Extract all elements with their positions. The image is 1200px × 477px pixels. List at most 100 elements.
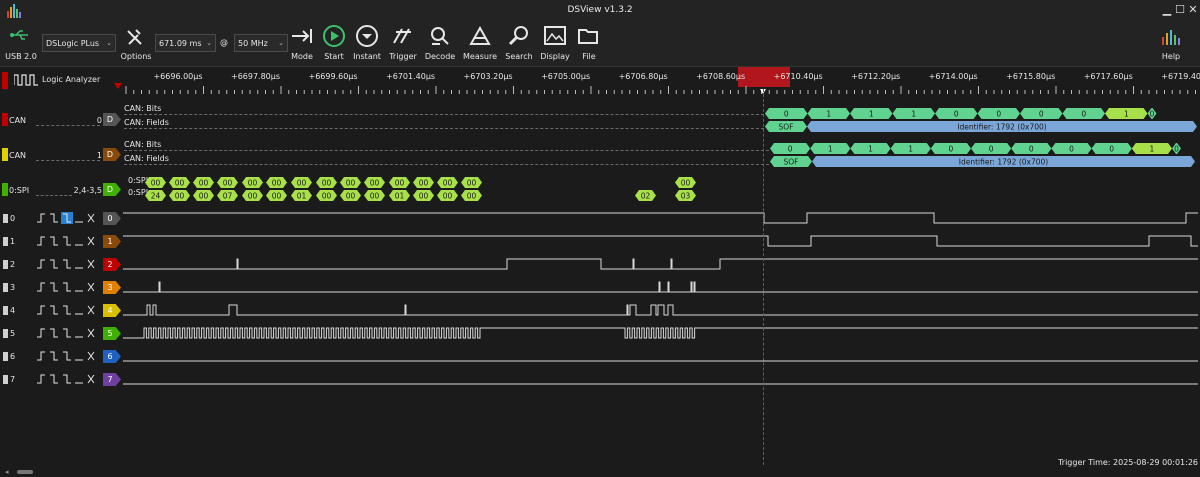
- can-bit-text: 1: [1124, 110, 1129, 119]
- toolbar: USB 2.0 DSLogic PLus ⌄ Options 671.09 ms ⌄…: [0, 22, 1200, 67]
- spi-byte-row1-text: 00: [681, 179, 691, 188]
- spi-byte-row1-text: 00: [467, 179, 477, 188]
- waveform-area[interactable]: Logic Analyzer +6696.00µs +6697.80µs +6699…: [0, 67, 1200, 465]
- file-label: File: [582, 52, 596, 61]
- time-tick-label: +6701.40µs: [386, 72, 435, 81]
- can-bit-text: 0: [996, 110, 1001, 119]
- can-identifier-field-text: Identifier: 1792 (0x700): [957, 123, 1046, 132]
- spi-byte-row2-text: 03: [681, 192, 691, 201]
- play-icon: [323, 25, 345, 47]
- spi-byte-row1-text: 00: [322, 179, 332, 188]
- can-bit-text: 0: [1150, 110, 1155, 119]
- can-bit-text: 1: [826, 110, 831, 119]
- spi-byte-row2-text: 00: [346, 192, 356, 201]
- time-tick-label: +6719.40µs: [1161, 72, 1200, 81]
- can-bit-text: 0: [954, 110, 959, 119]
- window-title: DSView v1.3.2: [567, 5, 633, 15]
- chevron-down-icon: ⌄: [206, 39, 212, 47]
- folder-icon: [578, 29, 598, 44]
- help-label: Help: [1161, 52, 1181, 61]
- maximize-icon[interactable]: ☐: [1174, 4, 1186, 16]
- time-tick-label: +6714.00µs: [929, 72, 978, 81]
- time-tick-label: +6696.00µs: [153, 72, 202, 81]
- spi-byte-row2-text: 00: [272, 192, 282, 201]
- can-bit-text: 0: [784, 110, 789, 119]
- time-ruler[interactable]: +6696.00µs +6697.80µs +6699.60µs +6701.40µs…: [0, 67, 1200, 97]
- options-label: Options: [120, 52, 152, 61]
- can-bit-text: 0: [989, 145, 994, 154]
- mode-icon: [292, 29, 312, 43]
- trigger-button[interactable]: Trigger: [385, 24, 421, 64]
- spi-byte-row2-text: 00: [175, 192, 185, 201]
- time-tick-label: +6703.20µs: [464, 72, 513, 81]
- spi-byte-row2-text: 00: [248, 192, 258, 201]
- can-sof-field-text: SOF: [779, 123, 794, 132]
- decode-button[interactable]: Decode: [422, 24, 458, 64]
- horizontal-scrollbar[interactable]: [17, 470, 33, 474]
- status-bar: Trigger Time: 2025-08-29 00:01:26: [0, 458, 1200, 477]
- display-icon: [544, 26, 566, 45]
- time-tick-label: +6705.00µs: [541, 72, 590, 81]
- options-icon[interactable]: [125, 27, 145, 47]
- can-bit-text: 1: [868, 145, 873, 154]
- measure-icon: [469, 25, 491, 45]
- help-icon[interactable]: [1160, 28, 1182, 48]
- can-bit-text: 1: [869, 110, 874, 119]
- time-tick-label: +6706.80µs: [619, 72, 668, 81]
- time-tick-label: +6712.20µs: [851, 72, 900, 81]
- can-bit-text: 1: [828, 145, 833, 154]
- channel-3-trace: [123, 281, 1198, 293]
- time-tick-label: +6715.80µs: [1006, 72, 1055, 81]
- spi-byte-row2-text: 00: [443, 192, 453, 201]
- can2-decode-track[interactable]: 0 1 1 1 0 0 0 0 0 1 0 SOF Identifier: 1792 (0x700): [0, 140, 1200, 170]
- device-select[interactable]: DSLogic PLus ⌄: [42, 34, 116, 52]
- can-bit-text: 0: [949, 145, 954, 154]
- channel-0-trace: [123, 212, 1198, 224]
- can-bit-text: 0: [1069, 145, 1074, 154]
- instant-button[interactable]: Instant: [349, 24, 385, 64]
- spi-byte-row1-text: 00: [199, 179, 209, 188]
- samplerate-select[interactable]: 50 MHz ⌄: [234, 34, 288, 52]
- can-sof-field-text: SOF: [784, 158, 799, 167]
- channel-2-trace: [123, 258, 1198, 270]
- can-bit-text: 1: [911, 110, 916, 119]
- measure-button[interactable]: Measure: [462, 24, 498, 64]
- duration-select[interactable]: 671.09 ms ⌄: [155, 34, 216, 52]
- spi-byte-row2-text: 01: [297, 192, 307, 201]
- search-button[interactable]: Search: [501, 24, 537, 64]
- file-button[interactable]: File: [571, 24, 607, 64]
- can-bit-text: 1: [1150, 145, 1155, 154]
- spi-byte-row1-text: 00: [248, 179, 258, 188]
- spi-byte-row2-text: 02: [641, 192, 651, 201]
- trigger-icon: [393, 28, 411, 44]
- can-bit-text: 0: [1029, 145, 1034, 154]
- instant-icon: [356, 25, 378, 47]
- spi-byte-row2-text: 00: [467, 192, 477, 201]
- time-tick-label: +6708.60µs: [696, 72, 745, 81]
- at-label: @: [220, 38, 228, 47]
- time-tick-label: +6710.40µs: [774, 72, 823, 81]
- spi-byte-row2-text: 00: [199, 192, 209, 201]
- spi-byte-row1-text: 00: [370, 179, 380, 188]
- close-icon[interactable]: ✕: [1187, 4, 1199, 16]
- channel-5-trace: [123, 327, 1198, 339]
- scroll-left-icon[interactable]: ◂: [5, 468, 11, 476]
- decode-label: Decode: [424, 52, 456, 61]
- usb-icon[interactable]: [10, 28, 30, 42]
- spi-decode-track[interactable]: 00 00 00 00 00 00 00 00 00 00 00 00 00 00 00 24 00 00 07 00…: [0, 175, 1200, 205]
- spi-byte-row1-text: 00: [395, 179, 405, 188]
- can1-decode-track[interactable]: 0 1 1 1 0 0 0 0 1 0 SOF Identifier: 1792 (0x700): [0, 105, 1200, 135]
- logic-waveforms[interactable]: [0, 207, 1200, 387]
- trigger-time: Trigger Time: 2025-08-29 00:01:26: [1058, 458, 1198, 467]
- spi-byte-row2-text: 00: [419, 192, 429, 201]
- measure-label: Measure: [463, 52, 497, 61]
- spi-byte-row1-text: 00: [346, 179, 356, 188]
- spi-byte-row2-text: 24: [151, 192, 161, 201]
- trigger-cursor[interactable]: [763, 89, 764, 465]
- can-bit-text: 0: [788, 145, 793, 154]
- spi-byte-row2-text: 00: [322, 192, 332, 201]
- can-identifier-field-text: Identifier: 1792 (0x700): [959, 158, 1048, 167]
- channel-1-trace: [123, 235, 1198, 247]
- minimize-icon[interactable]: ▁: [1161, 4, 1173, 16]
- time-tick-label: +6699.60µs: [309, 72, 358, 81]
